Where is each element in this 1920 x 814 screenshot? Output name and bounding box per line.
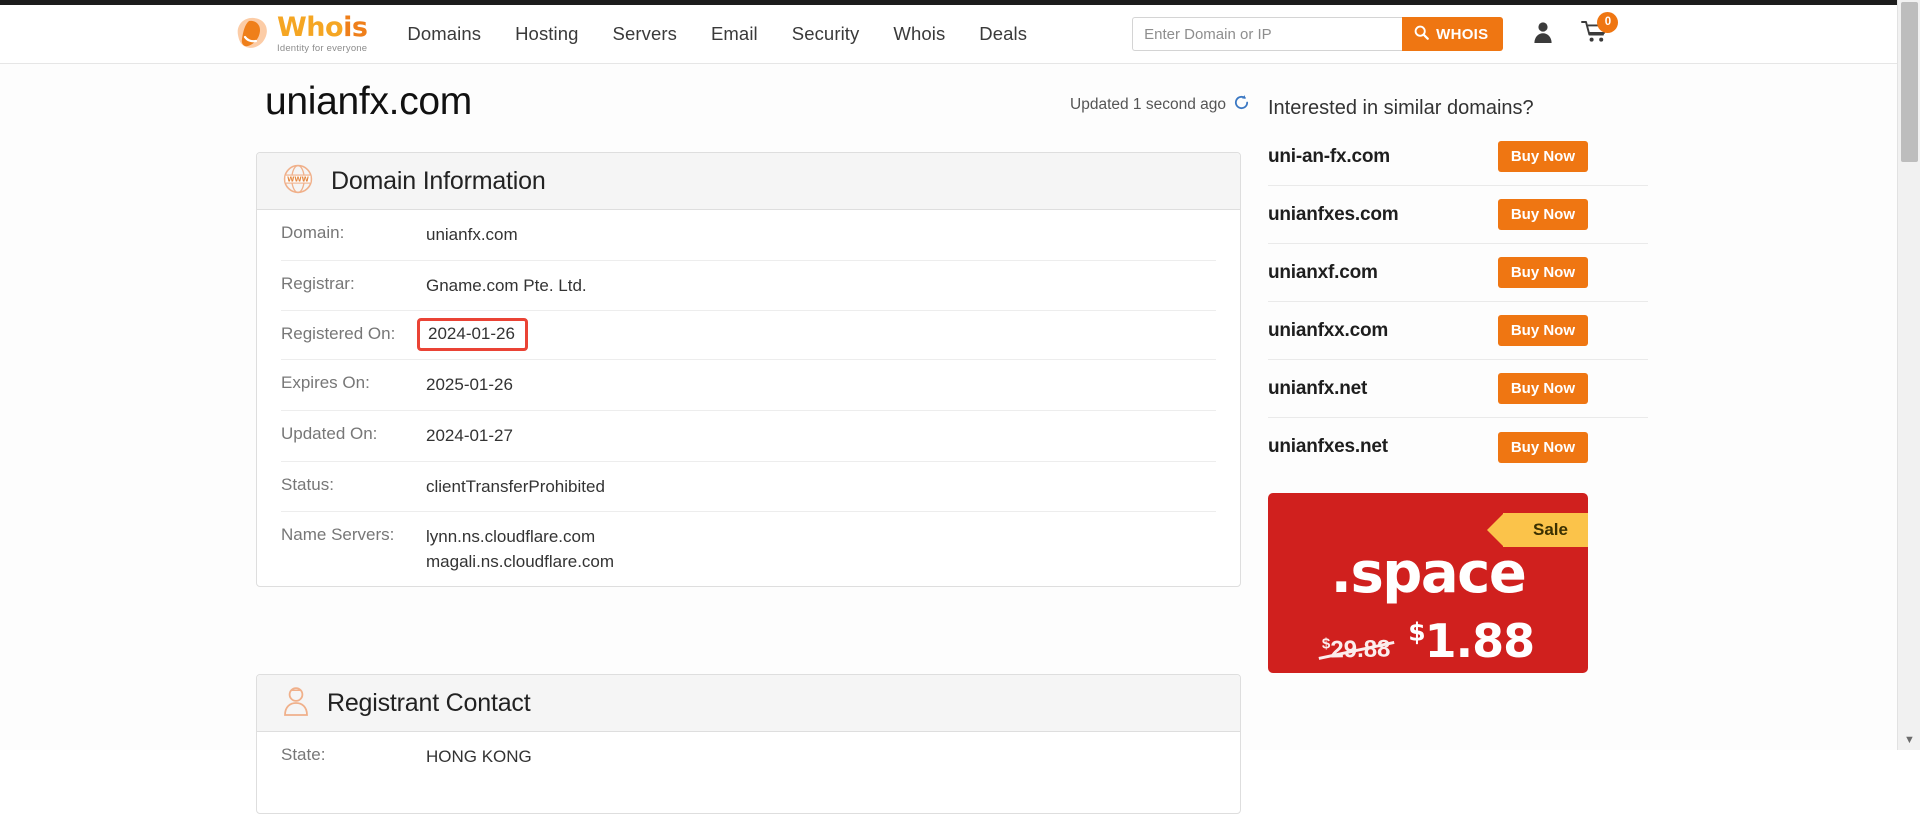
panel-domain-information-header: WWW Domain Information — [257, 153, 1240, 210]
logo-word-part1: Who — [277, 12, 344, 43]
domain-search: WHOIS — [1132, 17, 1504, 51]
nav-item-deals[interactable]: Deals — [979, 23, 1027, 45]
title-row: unianfx.com Updated 1 second ago — [265, 82, 1250, 121]
row-value-name-servers: lynn.ns.cloudflare.com magali.ns.cloudfl… — [426, 527, 615, 571]
main-navigation: Domains Hosting Servers Email Security W… — [407, 23, 1027, 45]
list-item: unianfx.net Buy Now — [1268, 360, 1648, 418]
similar-domains-sidebar: Interested in similar domains? uni-an-fx… — [1268, 64, 1648, 673]
buy-now-button[interactable]: Buy Now — [1497, 257, 1588, 288]
promo-old-amount: 29.88 — [1329, 635, 1391, 664]
buy-now-button[interactable]: Buy Now — [1497, 373, 1588, 404]
sidebar-heading: Interested in similar domains? — [1268, 97, 1534, 119]
search-icon — [1414, 25, 1429, 44]
row-label: Updated On: — [281, 423, 378, 443]
promo-tld-label: .space — [1330, 541, 1527, 606]
table-row: Status: clientTransferProhibited — [281, 462, 1216, 513]
table-row: State: HONG KONG — [281, 732, 1216, 782]
updated-status[interactable]: Updated 1 second ago — [1070, 94, 1250, 121]
row-value-domain: unianfx.com — [426, 225, 518, 244]
table-row: Updated On: 2024-01-27 — [281, 411, 1216, 462]
logo-tagline: Identity for everyone — [277, 43, 368, 54]
updated-label: Updated 1 second ago — [1070, 96, 1226, 113]
suggested-domain-name[interactable]: unianfx.net — [1268, 378, 1367, 400]
suggested-domain-name[interactable]: unianfxx.com — [1268, 320, 1388, 342]
whois-logo-mark-icon — [232, 15, 274, 53]
list-item: unianxf.com Buy Now — [1268, 244, 1648, 302]
row-value-expires-on: 2025-01-26 — [426, 375, 513, 395]
promo-sale-ribbon: Sale — [1487, 513, 1588, 547]
table-row: Name Servers: lynn.ns.cloudflare.com mag… — [281, 512, 1216, 586]
row-value-status: clientTransferProhibited — [426, 476, 605, 496]
suggested-domain-name[interactable]: uni-an-fx.com — [1268, 146, 1390, 168]
site-header: Whois Identity for everyone Domains Host… — [0, 5, 1897, 63]
list-item: unianfxx.com Buy Now — [1268, 302, 1648, 360]
panel-domain-information: WWW Domain Information Domain: unianfx.c… — [256, 152, 1241, 588]
buy-now-button[interactable]: Buy Now — [1497, 199, 1588, 230]
panel-registrant-contact-title: Registrant Contact — [327, 688, 531, 717]
list-item: uni-an-fx.com Buy Now — [1268, 128, 1648, 186]
whois-search-button[interactable]: WHOIS — [1402, 17, 1504, 51]
logo-word-part2: is — [343, 12, 368, 43]
search-input[interactable] — [1132, 17, 1403, 51]
promo-old-price: $29.88 — [1322, 634, 1391, 664]
header-icon-group: 0 — [1531, 11, 1619, 49]
page-title: unianfx.com — [265, 80, 472, 123]
person-icon — [281, 685, 311, 722]
promo-banner-space-tld[interactable]: Sale .space $29.88 $1.88 — [1268, 493, 1588, 673]
row-value-state: HONG KONG — [426, 747, 532, 766]
domain-information-rows: Domain: unianfx.com Registrar: Gname.com… — [257, 210, 1240, 586]
buy-now-button[interactable]: Buy Now — [1497, 141, 1588, 172]
nav-item-servers[interactable]: Servers — [613, 23, 677, 45]
table-row: Domain: unianfx.com — [281, 210, 1216, 261]
row-label: Registrar: — [281, 273, 355, 293]
nav-item-email[interactable]: Email — [711, 23, 758, 45]
row-label: Domain: — [281, 223, 345, 242]
suggested-domain-name[interactable]: unianxf.com — [1268, 262, 1378, 284]
svg-text:WWW: WWW — [287, 175, 310, 183]
list-item: unianfxes.net Buy Now — [1268, 418, 1648, 476]
buy-now-button[interactable]: Buy Now — [1497, 315, 1588, 346]
similar-domains-list: uni-an-fx.com Buy Now unianfxes.com Buy … — [1268, 128, 1648, 476]
nav-item-hosting[interactable]: Hosting — [515, 23, 578, 45]
cart-count-badge: 0 — [1597, 11, 1619, 33]
row-value-registered-on: 2024-01-26 — [417, 318, 528, 351]
row-value-registrar: Gname.com Pte. Ltd. — [426, 275, 587, 295]
row-label: Name Servers: — [281, 525, 395, 545]
refresh-icon[interactable] — [1233, 94, 1250, 116]
scrollbar-thumb[interactable] — [1901, 2, 1918, 162]
suggested-domain-name[interactable]: unianfxes.com — [1268, 204, 1399, 226]
registrant-contact-rows: State: HONG KONG — [257, 732, 1240, 782]
promo-new-currency: $ — [1408, 617, 1425, 647]
nav-item-domains[interactable]: Domains — [407, 23, 481, 45]
buy-now-button[interactable]: Buy Now — [1497, 431, 1588, 463]
cart-button[interactable]: 0 — [1581, 11, 1619, 49]
promo-new-amount: 1.88 — [1424, 614, 1535, 668]
logo-text: Whois Identity for everyone — [277, 12, 368, 54]
scroll-down-arrow-icon[interactable]: ▼ — [1898, 735, 1920, 746]
nav-item-whois[interactable]: Whois — [893, 23, 945, 45]
table-row: Registrar: Gname.com Pte. Ltd. — [281, 261, 1216, 312]
promo-price-group: $29.88 $1.88 — [1268, 614, 1588, 668]
www-globe-icon: WWW — [281, 162, 315, 201]
promo-new-price: $1.88 — [1408, 614, 1535, 668]
row-label: Status: — [281, 474, 334, 494]
panel-domain-information-title: Domain Information — [331, 166, 546, 195]
suggested-domain-name[interactable]: unianfxes.net — [1268, 436, 1388, 458]
panel-registrant-contact: Registrant Contact State: HONG KONG — [256, 674, 1241, 814]
table-row: Expires On: 2025-01-26 — [281, 360, 1216, 411]
row-value-updated-on: 2024-01-27 — [426, 425, 513, 445]
row-label: State: — [281, 745, 326, 764]
page-scrollbar[interactable]: ▼ — [1897, 0, 1920, 750]
whois-search-button-label: WHOIS — [1436, 25, 1489, 43]
site-logo[interactable]: Whois Identity for everyone — [232, 12, 368, 54]
table-row: Registered On: 2024-01-26 — [281, 311, 1216, 361]
user-icon — [1531, 20, 1555, 49]
nav-item-security[interactable]: Security — [792, 23, 860, 45]
list-item: unianfxes.com Buy Now — [1268, 186, 1648, 244]
page-body: unianfx.com Updated 1 second ago WWW Dom… — [0, 64, 1897, 814]
row-label: Expires On: — [281, 373, 370, 393]
panel-registrant-contact-header: Registrant Contact — [257, 675, 1240, 732]
row-label: Registered On: — [281, 324, 396, 344]
account-button[interactable] — [1531, 20, 1555, 49]
